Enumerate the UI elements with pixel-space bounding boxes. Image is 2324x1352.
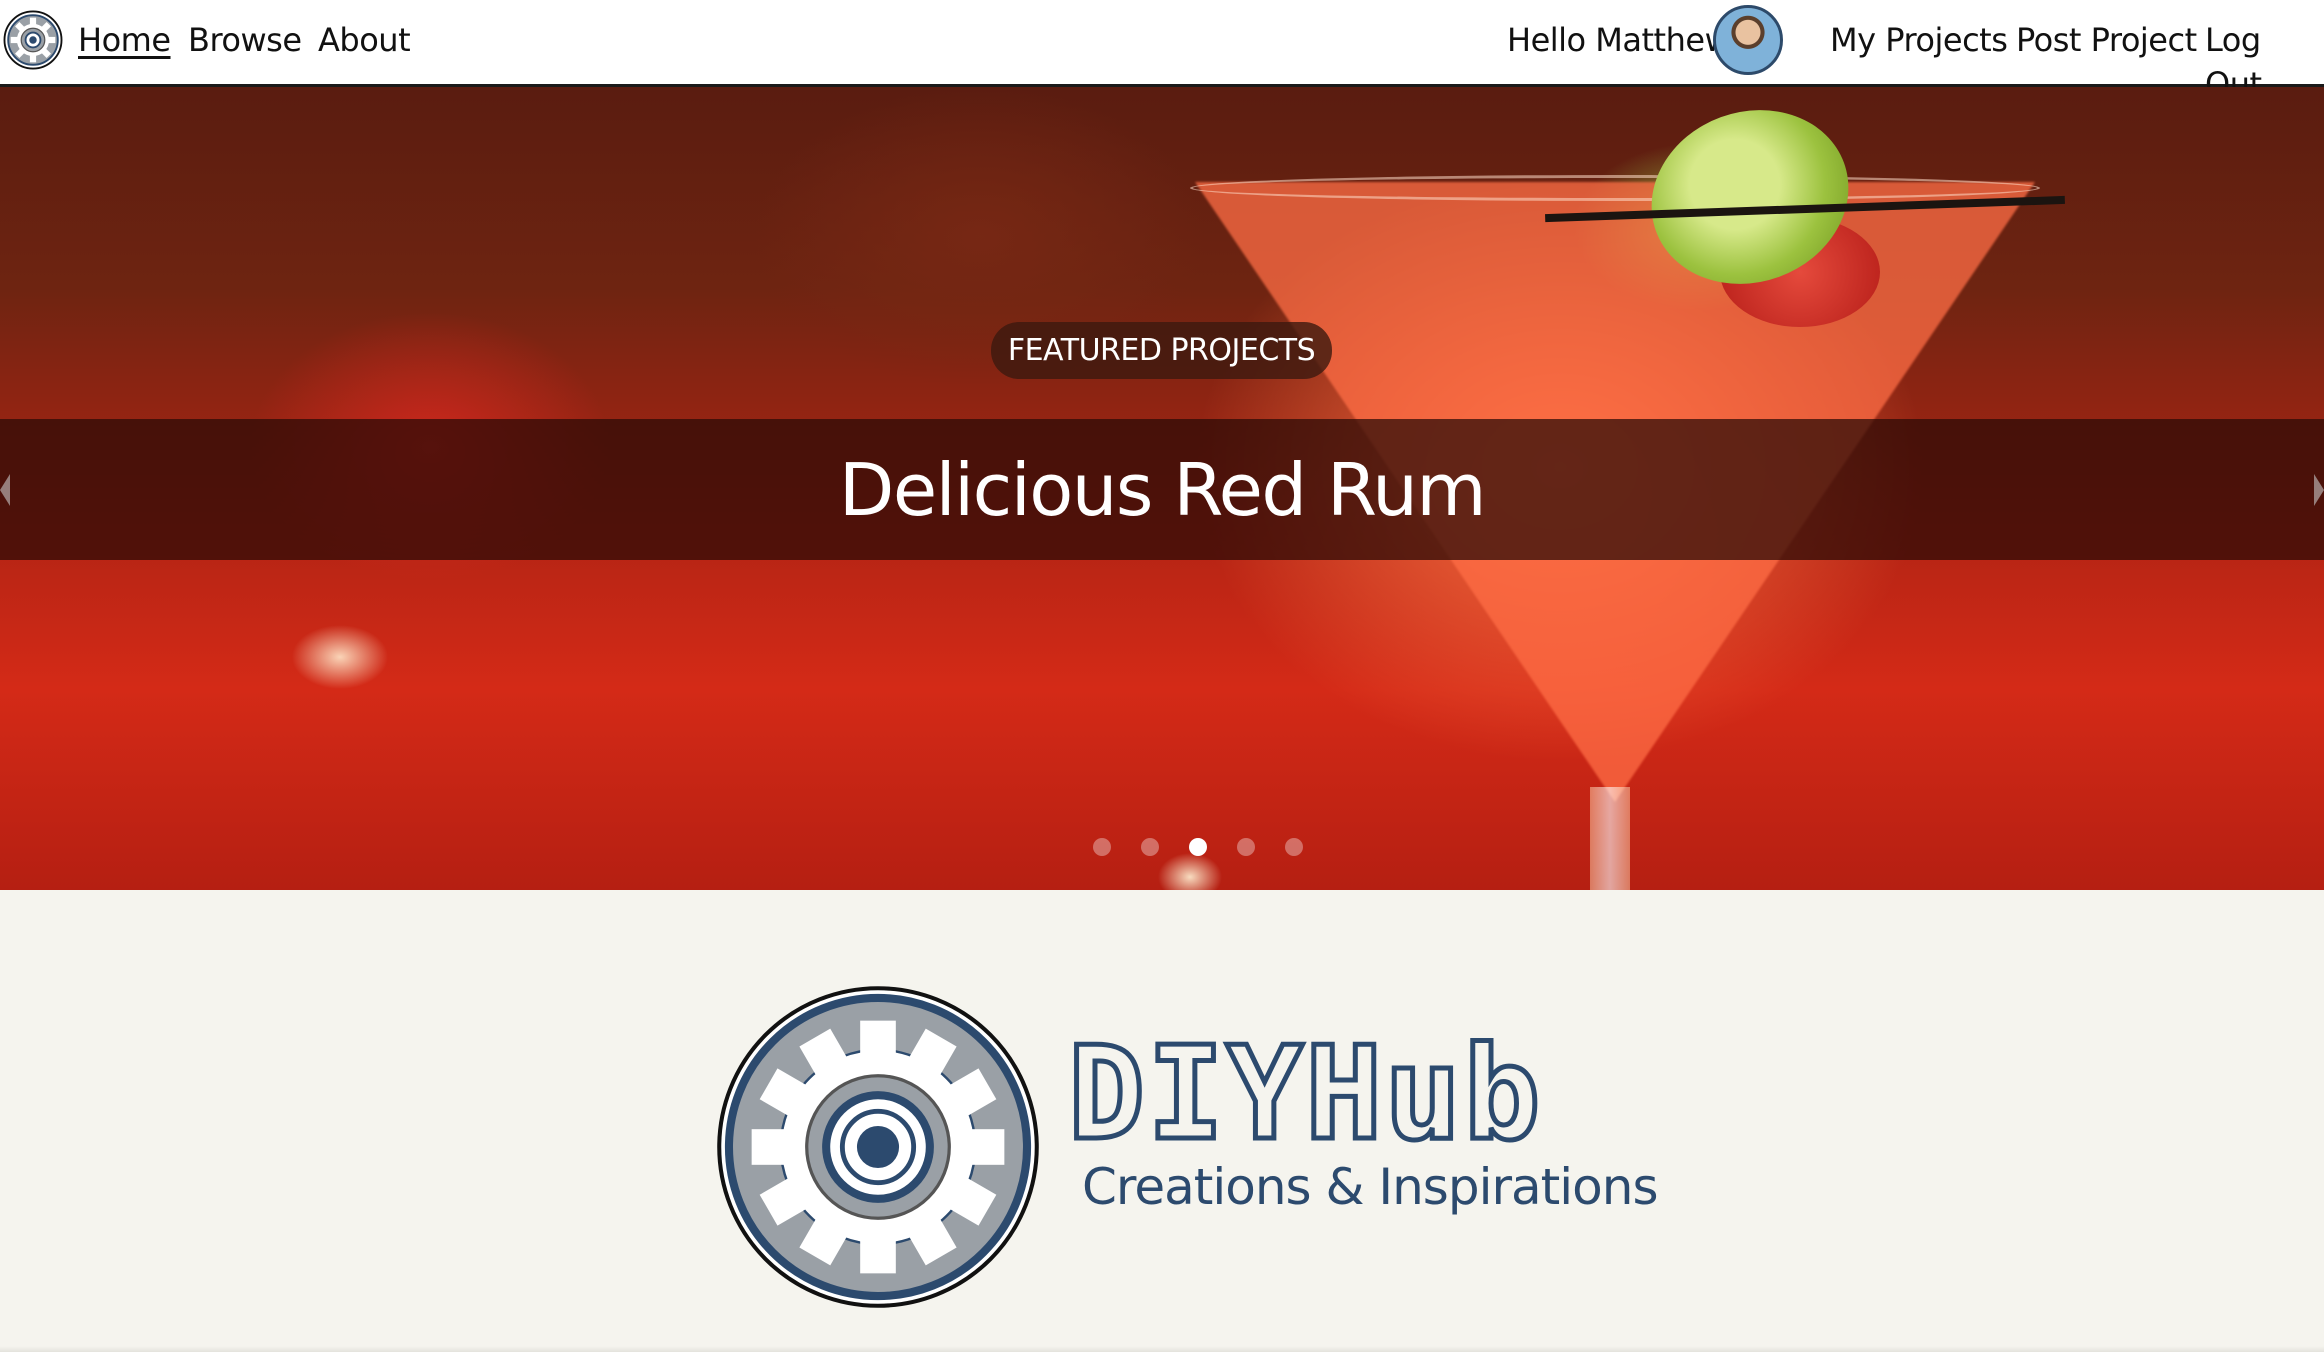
- nav-about-link[interactable]: About: [318, 18, 411, 62]
- hero-image-stem: [1590, 787, 1630, 890]
- section-divider: [0, 1346, 2324, 1352]
- carousel-dot-2[interactable]: [1141, 838, 1159, 856]
- carousel-dot-5[interactable]: [1285, 838, 1303, 856]
- chevron-left-icon[interactable]: [0, 474, 10, 506]
- carousel-dot-3[interactable]: [1189, 838, 1207, 856]
- nav-my-projects-link[interactable]: My Projects: [1830, 18, 2008, 62]
- carousel-dot-1[interactable]: [1093, 838, 1111, 856]
- top-navbar: Home Browse About Hello Matthew My Proje…: [0, 0, 2324, 103]
- nav-browse-link[interactable]: Browse: [188, 18, 302, 62]
- user-greeting: Hello Matthew: [1507, 21, 1731, 59]
- brand-tagline: Creations & Inspirations: [1082, 1158, 1659, 1216]
- slide-title[interactable]: Delicious Red Rum: [0, 430, 2324, 550]
- featured-projects-badge: FEATURED PROJECTS: [991, 322, 1332, 379]
- user-avatar[interactable]: [1713, 5, 1783, 75]
- diyhub-gear-logo-icon: [717, 986, 1039, 1308]
- nav-home-link[interactable]: Home: [78, 18, 171, 62]
- gear-logo-icon[interactable]: [2, 9, 64, 71]
- hero-image-rim: [1190, 175, 2040, 201]
- carousel-dot-4[interactable]: [1237, 838, 1255, 856]
- brand-name: DIYHub: [1065, 1020, 1543, 1169]
- chevron-right-icon[interactable]: [2314, 474, 2324, 506]
- carousel-indicators: [1093, 838, 1303, 856]
- nav-post-project-link[interactable]: Post Project: [2016, 18, 2197, 62]
